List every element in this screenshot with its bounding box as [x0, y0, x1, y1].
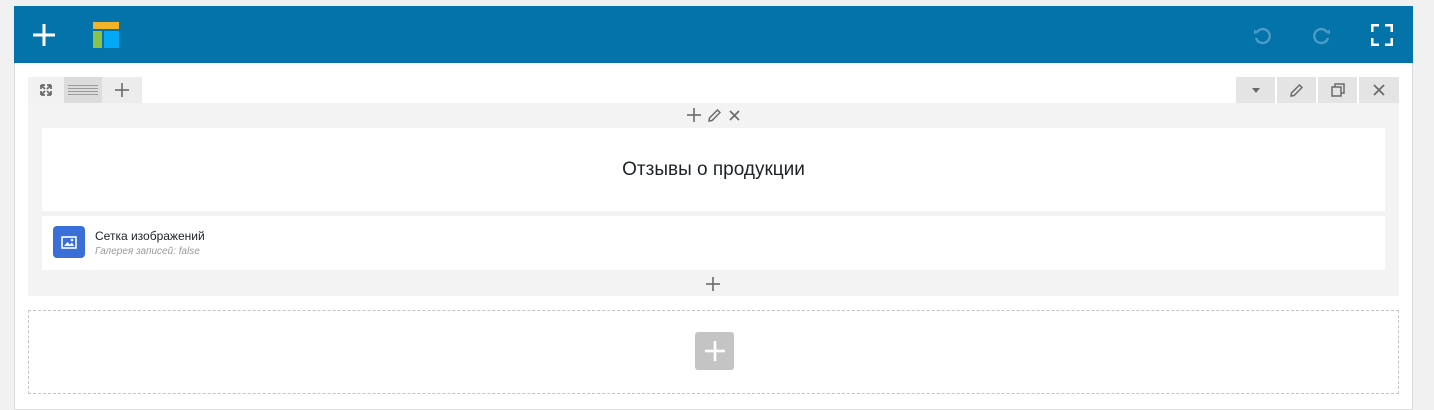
- edit-row-button[interactable]: [1277, 77, 1316, 103]
- row-expand-tab[interactable]: [28, 77, 64, 103]
- delete-cell-button[interactable]: [726, 106, 742, 124]
- pencil-icon: [707, 108, 721, 122]
- new-row-placeholder: [28, 310, 1399, 394]
- undo-icon: [1254, 27, 1271, 44]
- redo-button[interactable]: [1310, 6, 1334, 63]
- plus-icon: [706, 277, 720, 291]
- undo-button[interactable]: [1250, 6, 1274, 63]
- prebuilt-layouts-button[interactable]: [89, 6, 123, 63]
- edit-cell-button[interactable]: [706, 106, 722, 124]
- duplicate-icon: [1330, 83, 1345, 97]
- widget-image-grid[interactable]: Сетка изображений Галерея записей: false: [42, 216, 1385, 270]
- add-widget-button[interactable]: [686, 106, 702, 124]
- duplicate-row-button[interactable]: [1318, 77, 1357, 103]
- fullscreen-icon: [1371, 23, 1393, 46]
- row-add-tab[interactable]: [102, 77, 142, 103]
- redo-icon: [1313, 27, 1330, 44]
- plus-icon: [33, 23, 55, 46]
- drag-handle-icon: [68, 85, 98, 95]
- widget-description: Галерея записей: false: [95, 246, 200, 257]
- expand-icon: [40, 84, 52, 96]
- plus-icon: [687, 108, 701, 122]
- builder-toolbar: [14, 6, 1413, 63]
- widget-icon: [53, 226, 85, 258]
- row-tabs: [28, 77, 142, 103]
- widget-heading-text: Отзывы о продукции: [622, 158, 805, 180]
- add-row-button[interactable]: [695, 332, 734, 370]
- image-icon: [61, 235, 77, 249]
- caret-down-icon: [1251, 87, 1260, 93]
- pencil-icon: [1290, 83, 1303, 97]
- close-icon: [1373, 84, 1385, 96]
- add-content-button[interactable]: [26, 6, 62, 63]
- plus-icon: [115, 83, 129, 97]
- layout-icon: [93, 21, 119, 48]
- cell-actions: [686, 104, 742, 126]
- row-controls: [1236, 77, 1399, 103]
- add-widget-below-button[interactable]: [704, 275, 722, 293]
- fullscreen-button[interactable]: [1368, 6, 1396, 63]
- delete-row-button[interactable]: [1359, 77, 1399, 103]
- row-options-button[interactable]: [1236, 77, 1275, 103]
- row-drag-handle[interactable]: [64, 77, 102, 103]
- plus-icon: [704, 341, 725, 361]
- close-icon: [728, 109, 740, 121]
- widget-heading[interactable]: Отзывы о продукции: [42, 128, 1385, 211]
- widget-title: Сетка изображений: [95, 229, 205, 243]
